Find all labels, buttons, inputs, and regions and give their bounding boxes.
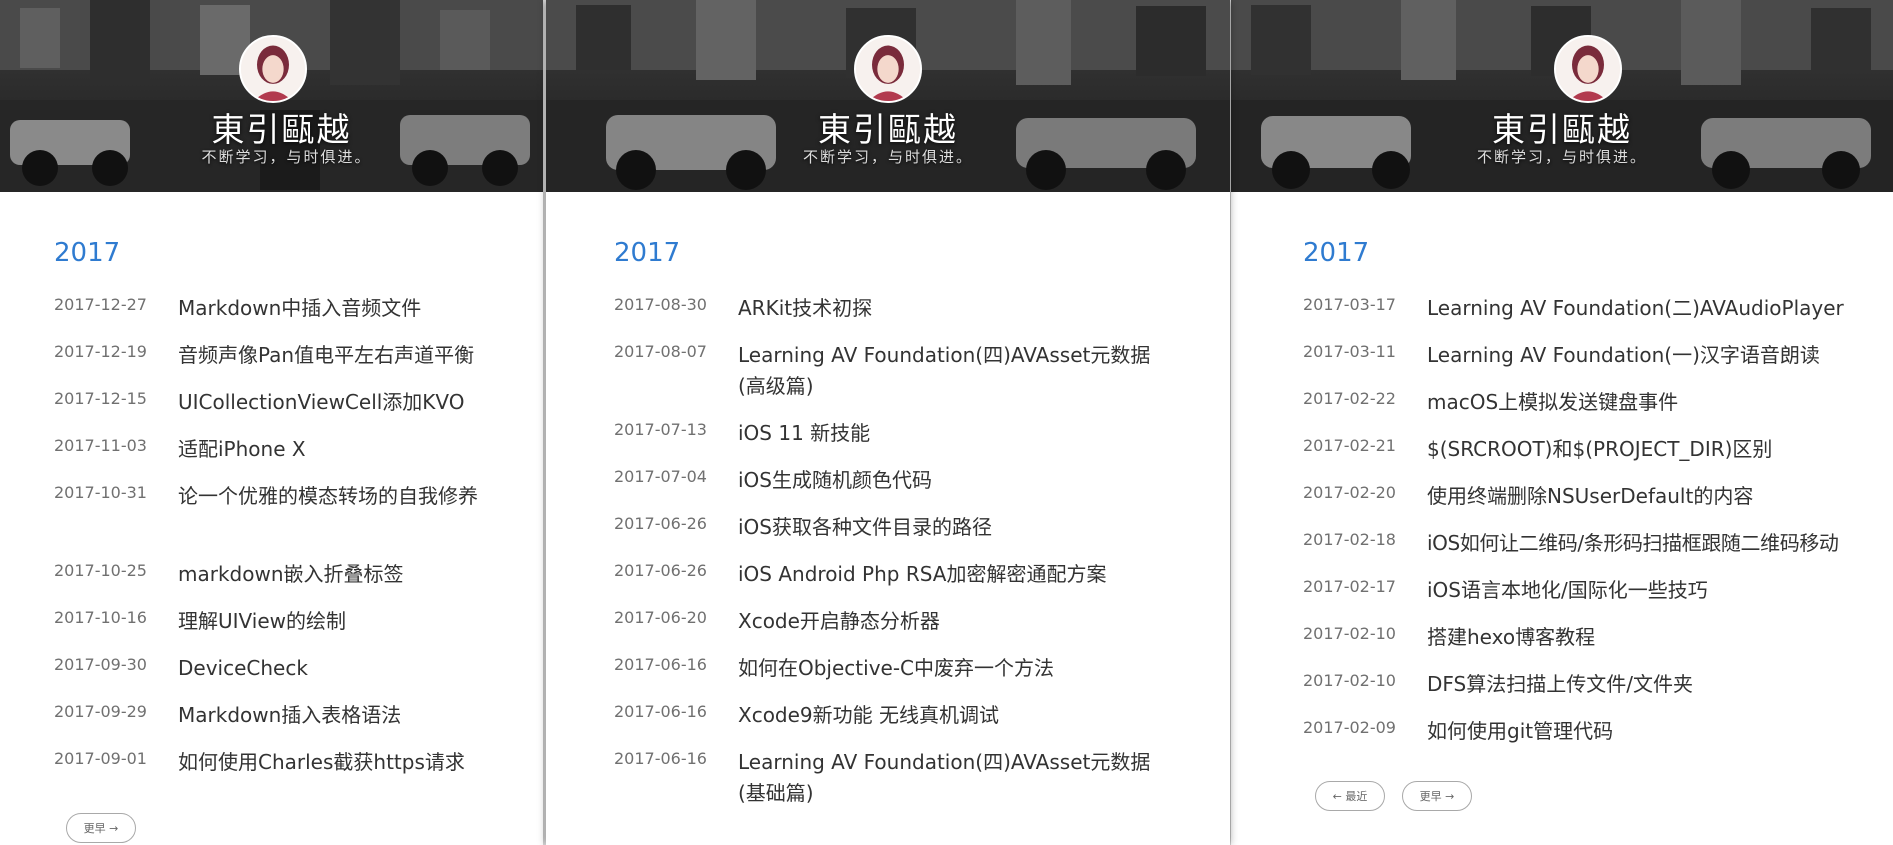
site-subtitle: 不断学习，与时俱进。 [1476,148,1647,166]
post-title-link[interactable]: iOS如何让二维码/条形码扫描框跟随二维码移动 [1427,528,1887,559]
post-title-link[interactable]: Markdown中插入音频文件 [178,293,498,324]
post-title-link[interactable]: $(SRCROOT)和$(PROJECT_DIR)区别 [1427,434,1887,465]
post-date: 2017-06-26 [614,561,707,580]
post-title-link[interactable]: 如何使用Charles截获https请求 [178,747,498,778]
post-title-link[interactable]: iOS语言本地化/国际化一些技巧 [1427,575,1887,606]
post-title-link[interactable]: 如何在Objective-C中废弃一个方法 [738,653,1178,684]
avatar[interactable] [854,35,922,103]
post-date: 2017-02-09 [1303,718,1396,737]
post-date: 2017-02-10 [1303,624,1396,643]
post-title-link[interactable]: macOS上模拟发送键盘事件 [1427,387,1887,418]
post-title-link[interactable]: iOS生成随机颜色代码 [738,465,1178,496]
post-date: 2017-06-16 [614,655,707,674]
post-title-link[interactable]: 搭建hexo博客教程 [1427,622,1887,653]
post-title-link[interactable]: DeviceCheck [178,653,498,684]
post-title-link[interactable]: iOS Android Php RSA加密解密通配方案 [738,559,1178,590]
post-date: 2017-02-21 [1303,436,1396,455]
post-date: 2017-02-20 [1303,483,1396,502]
archive-panel-2: 東引甌越 不断学习，与时俱进。 2017 2017-08-30 ARKit技术初… [546,0,1230,845]
header-banner: 東引甌越 不断学习，与时俱进。 [546,0,1230,192]
site-title[interactable]: 東引甌越 [1231,103,1893,151]
post-date: 2017-03-17 [1303,295,1396,314]
year-heading: 2017 [54,238,121,268]
post-title-link[interactable]: Markdown插入表格语法 [178,700,498,731]
post-title-link[interactable]: 适配iPhone X [178,434,498,465]
post-title-link[interactable]: 如何使用git管理代码 [1427,716,1887,747]
post-date: 2017-07-04 [614,467,707,486]
site-title[interactable]: 東引甌越 [0,103,543,151]
post-date: 2017-06-16 [614,702,707,721]
post-title-link[interactable]: iOS 11 新技能 [738,418,1178,449]
post-title-link[interactable]: Learning AV Foundation(二)AVAudioPlayer [1427,293,1887,324]
avatar[interactable] [239,35,307,103]
post-title-link[interactable]: markdown嵌入折叠标签 [178,559,498,590]
post-date: 2017-02-22 [1303,389,1396,408]
site-subtitle: 不断学习，与时俱进。 [201,148,372,166]
site-title[interactable]: 東引甌越 [546,103,1230,151]
post-date: 2017-12-19 [54,342,147,361]
post-title-link[interactable]: 音频声像Pan值电平左右声道平衡 [178,340,498,371]
header-banner: 東引甌越 不断学习，与时俱进。 [0,0,543,192]
post-title-link[interactable]: ARKit技术初探 [738,293,1178,324]
post-title-link[interactable]: DFS算法扫描上传文件/文件夹 [1427,669,1887,700]
post-date: 2017-09-29 [54,702,147,721]
post-title-link[interactable]: 使用终端删除NSUserDefault的内容 [1427,481,1887,512]
post-date: 2017-12-15 [54,389,147,408]
archive-panel-3: 東引甌越 不断学习，与时俱进。 2017 2017-03-17 Learning… [1231,0,1893,845]
header-banner: 東引甌越 不断学习，与时俱进。 [1231,0,1893,192]
post-title-link[interactable]: UICollectionViewCell添加KVO [178,387,498,418]
post-date: 2017-08-07 [614,342,707,361]
post-title-link[interactable]: Xcode9新功能 无线真机调试 [738,700,1178,731]
post-title-link[interactable]: 论一个优雅的模态转场的自我修养 [178,481,478,512]
post-title-link[interactable]: Learning AV Foundation(四)AVAsset元数据(基础篇) [738,747,1178,809]
post-date: 2017-10-16 [54,608,147,627]
older-posts-button[interactable]: 更早 → [66,813,136,843]
older-posts-button[interactable]: 更早 → [1402,781,1472,811]
post-date: 2017-11-03 [54,436,147,455]
post-date: 2017-12-27 [54,295,147,314]
year-heading: 2017 [1303,238,1370,268]
avatar-portrait-icon [1556,37,1620,101]
post-date: 2017-03-11 [1303,342,1396,361]
post-date: 2017-08-30 [614,295,707,314]
post-title-link[interactable]: Xcode开启静态分析器 [738,606,1178,637]
site-subtitle: 不断学习，与时俱进。 [802,148,973,166]
post-title-link[interactable]: 理解UIView的绘制 [178,606,498,637]
post-date: 2017-10-31 [54,483,147,502]
newer-posts-button[interactable]: ← 最近 [1315,781,1385,811]
archive-panel-1: 東引甌越 不断学习，与时俱进。 2017 2017-12-27 Markdown… [0,0,543,845]
post-date: 2017-02-18 [1303,530,1396,549]
post-date: 2017-10-25 [54,561,147,580]
post-date: 2017-09-30 [54,655,147,674]
post-date: 2017-06-20 [614,608,707,627]
post-date: 2017-02-10 [1303,671,1396,690]
post-title-link[interactable]: Learning AV Foundation(一)汉字语音朗读 [1427,340,1887,371]
post-title-link[interactable]: Learning AV Foundation(四)AVAsset元数据(高级篇) [738,340,1178,402]
year-heading: 2017 [614,238,681,268]
avatar[interactable] [1554,35,1622,103]
post-date: 2017-07-13 [614,420,707,439]
post-date: 2017-06-16 [614,749,707,768]
post-title-link[interactable]: iOS获取各种文件目录的路径 [738,512,1178,543]
avatar-portrait-icon [856,37,920,101]
post-date: 2017-06-26 [614,514,707,533]
post-date: 2017-02-17 [1303,577,1396,596]
post-date: 2017-09-01 [54,749,147,768]
avatar-portrait-icon [241,37,305,101]
